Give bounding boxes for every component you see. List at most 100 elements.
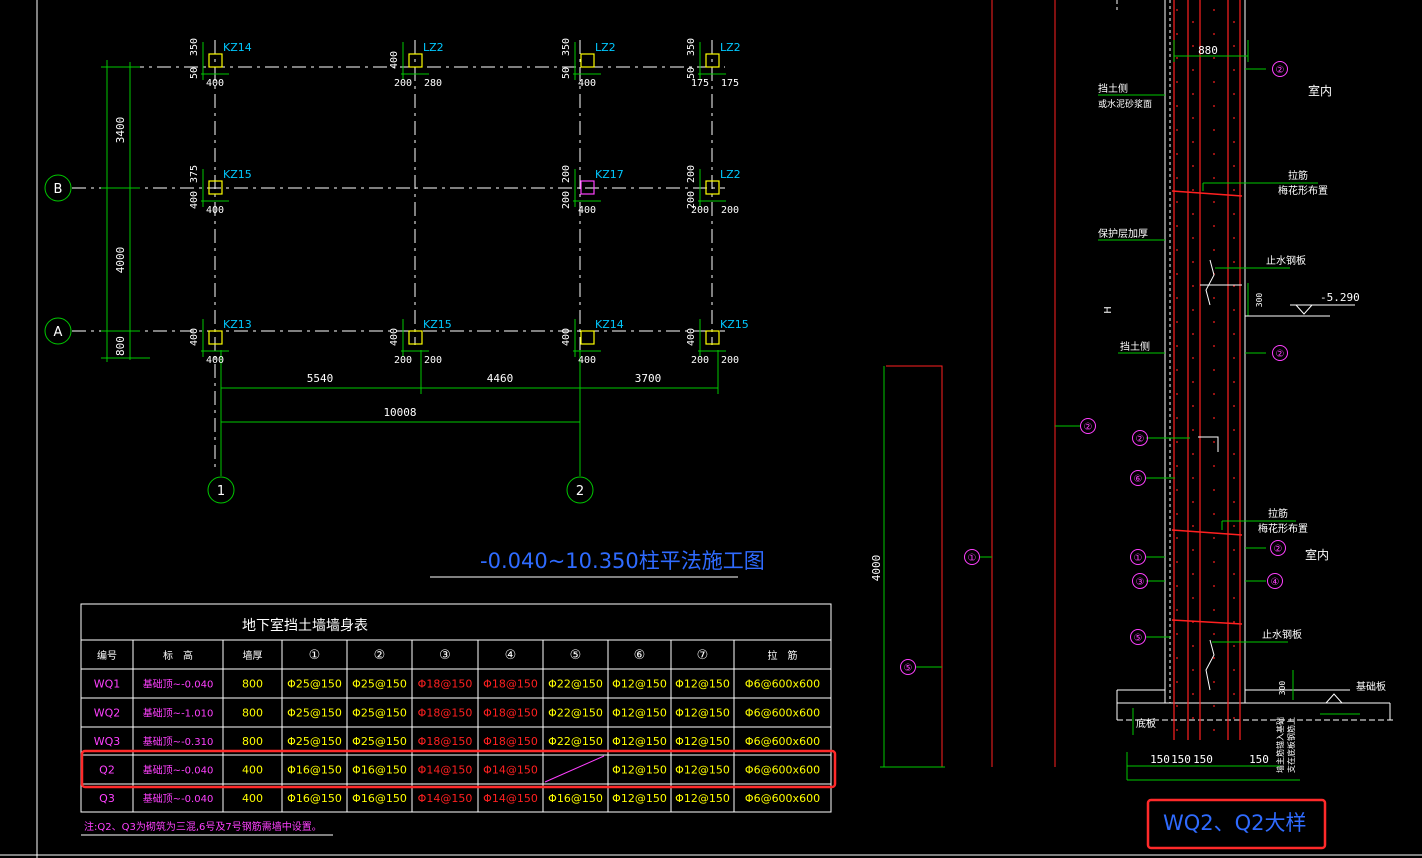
column-label: KZ14 — [595, 318, 624, 331]
table-cell: Q3 — [99, 792, 115, 805]
detail-title: WQ2、Q2大样 — [1163, 811, 1307, 835]
column-label: LZ2 — [595, 41, 616, 54]
column-label: LZ2 — [720, 41, 741, 54]
svg-text:②: ② — [1274, 544, 1283, 555]
dim-300-top: 300 — [1255, 293, 1264, 308]
svg-text:②: ② — [1276, 65, 1285, 76]
label-anchor-note: 墙主筋锚入基础 — [1275, 717, 1285, 773]
label-waterproof: 或水泥砂浆面 — [1098, 98, 1152, 110]
table-cell: 基础顶~-0.040 — [143, 678, 214, 691]
svg-text:1: 1 — [217, 484, 225, 499]
table-cell: WQ1 — [94, 678, 121, 691]
column-label: KZ15 — [223, 168, 252, 181]
column-dim-h: 200 — [721, 355, 739, 366]
table-cell: Φ25@150 — [352, 735, 407, 748]
svg-text:2: 2 — [576, 484, 584, 499]
column-dim-h: 400 — [206, 78, 224, 89]
column-dim-h: 280 — [424, 78, 442, 89]
label-soil-side-mid: 挡土侧 — [1120, 340, 1150, 353]
table-cell: Q2 — [99, 764, 115, 777]
dim-150-3: 150 — [1193, 753, 1213, 766]
table-cell: Φ12@150 — [675, 707, 730, 720]
column-dim-v: 400 — [561, 328, 572, 346]
table-cell: Φ18@150 — [483, 707, 538, 720]
column-dim-v: 50 — [561, 67, 572, 79]
column-label: LZ2 — [720, 168, 741, 181]
label-plum-top: 梅花形布置 — [1278, 184, 1328, 197]
marker-5-mid: ⑤ — [904, 663, 913, 674]
column-label: KZ17 — [595, 168, 624, 181]
dim-300-bottom: 300 — [1278, 681, 1287, 696]
table-header-cell: 标 高 — [163, 649, 193, 662]
label-indoor-top: 室内 — [1308, 83, 1332, 98]
table-cell: Φ6@600x600 — [745, 707, 820, 720]
table-cell: Φ22@150 — [548, 735, 603, 748]
marker-2-mid: ② — [1084, 422, 1093, 433]
table-cell: 400 — [242, 764, 263, 777]
column-dim-v: 400 — [189, 191, 200, 209]
table-cell: 基础顶~-0.040 — [143, 792, 214, 805]
column-label: KZ15 — [720, 318, 749, 331]
table-cell: 800 — [242, 678, 263, 691]
column-dim-h: 400 — [578, 355, 596, 366]
table-cell: Φ12@150 — [675, 792, 730, 805]
table-cell: Φ12@150 — [675, 764, 730, 777]
table-cell: Φ12@150 — [675, 678, 730, 691]
table-cell: Φ22@150 — [548, 678, 603, 691]
column-dim-v: 200 — [561, 165, 572, 183]
label-tie-bar-bottom: 拉筋 — [1268, 507, 1288, 520]
column-dim-h: 400 — [578, 205, 596, 216]
svg-text:②: ② — [1276, 349, 1285, 360]
table-cell: Φ16@150 — [352, 764, 407, 777]
column-dim-v: 350 — [189, 38, 200, 56]
column-dim-h: 175 — [691, 78, 709, 89]
table-cell: 基础顶~-0.040 — [143, 764, 214, 777]
label-tie-bar-top: 拉筋 — [1288, 169, 1308, 182]
label-base: 基础板 — [1356, 680, 1386, 693]
table-cell: Φ16@150 — [287, 792, 342, 805]
table-cell: Φ16@150 — [548, 792, 603, 805]
marker-1-mid: ① — [968, 553, 977, 564]
table-cell: Φ12@150 — [612, 764, 667, 777]
elev-label: -5.290 — [1320, 291, 1360, 304]
column-dim-v: 50 — [189, 67, 200, 79]
table-cell: Φ18@150 — [483, 678, 538, 691]
table-cell: Φ18@150 — [418, 707, 473, 720]
column-dim-v: 350 — [686, 38, 697, 56]
svg-text:②: ② — [1136, 434, 1145, 445]
label-anchor-note-2: 支在底板钢筋上 — [1286, 717, 1296, 773]
dim-880: 880 — [1198, 44, 1218, 57]
svg-text:A: A — [54, 325, 63, 340]
table-cell: Φ18@150 — [418, 678, 473, 691]
dim-4460: 4460 — [487, 372, 514, 385]
dim-800: 800 — [114, 336, 127, 356]
table-cell: Φ25@150 — [287, 735, 342, 748]
table-header-cell: 墙厚 — [243, 649, 263, 662]
column-dim-h: 200 — [691, 205, 709, 216]
column-dim-h: 400 — [206, 205, 224, 216]
column-dim-h: 200 — [721, 205, 739, 216]
column-dim-h: 200 — [394, 355, 412, 366]
table-cell: Φ6@600x600 — [745, 678, 820, 691]
dim-3700: 3700 — [635, 372, 662, 385]
table-cell: Φ16@150 — [352, 792, 407, 805]
table-header-cell: ③ — [439, 648, 451, 663]
svg-text:⑥: ⑥ — [1134, 474, 1143, 485]
table-header-cell: 编号 — [97, 649, 117, 662]
column-dim-v: 200 — [686, 165, 697, 183]
table-cell: WQ3 — [94, 735, 121, 748]
table-header-cell: ④ — [505, 648, 517, 663]
column-label: KZ15 — [423, 318, 452, 331]
column-dim-v: 400 — [686, 328, 697, 346]
column-dim-v: 375 — [189, 165, 200, 183]
column-label: KZ14 — [223, 41, 252, 54]
label-soil-side-top: 挡土侧 — [1098, 82, 1128, 95]
table-cell: Φ14@150 — [483, 792, 538, 805]
table-cell: Φ25@150 — [287, 678, 342, 691]
table-cell: Φ14@150 — [418, 792, 473, 805]
label-waterstop-top: 止水钢板 — [1266, 254, 1306, 267]
svg-text:B: B — [54, 182, 63, 197]
column-dim-h: 175 — [721, 78, 739, 89]
column-dim-h: 200 — [424, 355, 442, 366]
svg-text:③: ③ — [1136, 577, 1145, 588]
